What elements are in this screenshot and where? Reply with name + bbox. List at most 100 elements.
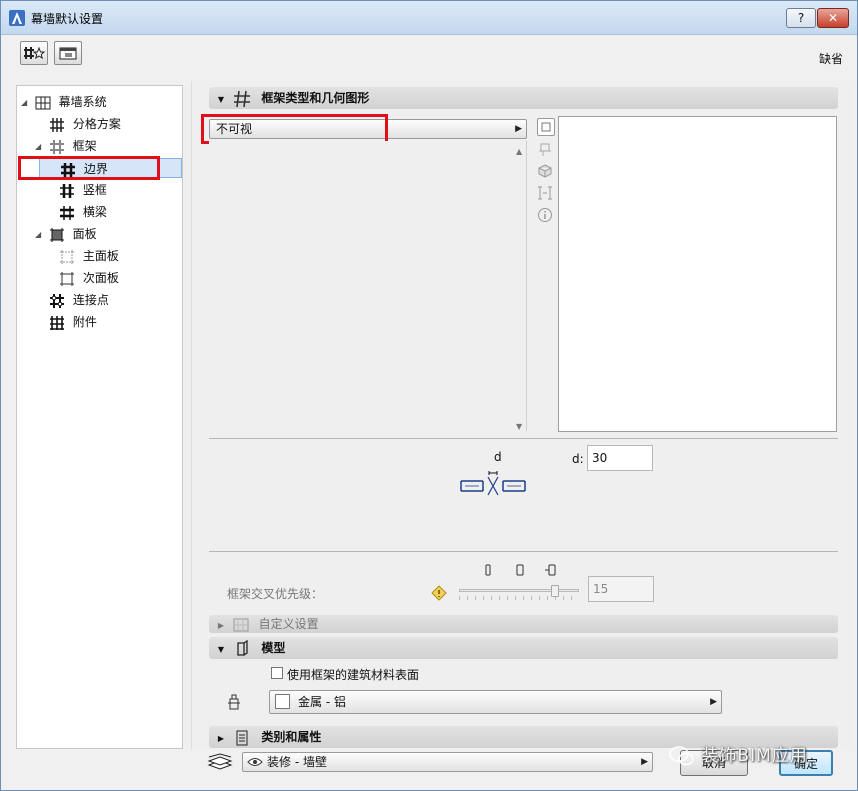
collapse-arrow-icon[interactable]: ◢ <box>21 93 31 113</box>
tree-item-boundary[interactable]: 边界 <box>39 158 182 178</box>
favorites-icon <box>24 46 46 60</box>
tree-item-label: 分格方案 <box>72 117 121 131</box>
frame-icon <box>49 139 64 154</box>
tree-item-label: 次面板 <box>82 271 119 285</box>
section-title: 框架类型和几何图形 <box>261 91 370 105</box>
layer-dropdown[interactable]: 装修 - 墙壁 ▶ <box>242 752 653 772</box>
collapse-arrow-icon[interactable]: ◢ <box>35 137 45 157</box>
priority-slider[interactable] <box>459 585 579 603</box>
d-field-label: d: <box>572 452 584 466</box>
plan-view-icon[interactable] <box>537 142 553 158</box>
priority-value-input[interactable]: 15 <box>588 576 654 602</box>
tree-item-label: 面板 <box>72 227 97 241</box>
dropdown-arrow-icon: ▶ <box>641 757 648 767</box>
settings-tree[interactable]: ◢ 幕墙系统 分格方案 ◢ 框架 边界 竖框 横梁 ◢ 面板 主面板 次面板 连… <box>16 85 183 749</box>
tree-item-grid-scheme[interactable]: 分格方案 <box>49 114 121 134</box>
frame-type-list[interactable] <box>209 141 527 431</box>
expand-arrow-icon[interactable]: ▼ <box>213 89 229 111</box>
tree-item-curtain-wall-system[interactable]: ◢ 幕墙系统 <box>21 92 107 112</box>
title-bar: 幕墙默认设置 ? ✕ <box>1 1 857 35</box>
tree-item-label: 主面板 <box>82 249 119 263</box>
mullion-icon <box>60 183 74 198</box>
info-icon[interactable] <box>537 207 553 223</box>
paint-bucket-icon <box>228 694 240 710</box>
frame-type-dropdown[interactable]: 不可视 ▶ <box>209 119 527 139</box>
main-panel-icon <box>60 249 74 264</box>
d-value-input[interactable]: 30 <box>587 445 653 471</box>
pick-up-settings-button[interactable] <box>54 41 82 65</box>
default-label: 缺省 <box>819 52 844 66</box>
warning-diamond-icon <box>431 585 447 601</box>
section-model[interactable]: ▼ 模型 <box>209 637 838 659</box>
favorites-button[interactable] <box>20 41 48 65</box>
frame-profile-diagram-icon <box>460 471 526 496</box>
tree-item-junction[interactable]: 连接点 <box>49 290 109 310</box>
list-scrollbar[interactable]: ▲ ▼ <box>513 147 527 431</box>
section-view-icon[interactable] <box>537 185 553 201</box>
frame-boundary-icon <box>61 162 75 177</box>
section-title: 自定义设置 <box>258 617 319 631</box>
tree-item-transom[interactable]: 横梁 <box>59 202 107 222</box>
collapsed-arrow-icon[interactable]: ▶ <box>213 728 229 750</box>
section-custom-settings[interactable]: ▶ 自定义设置 <box>209 615 838 633</box>
category-icon <box>236 730 248 745</box>
window-title: 幕墙默认设置 <box>31 12 104 26</box>
curtain-wall-settings-dialog: 幕墙默认设置 ? ✕ 缺省 ◢ 幕墙系统 分格方案 ◢ 框架 边界 竖框 横梁 … <box>0 0 858 791</box>
layers-icon <box>207 753 233 770</box>
collapsed-arrow-icon[interactable]: ▶ <box>213 617 229 635</box>
tree-item-frame[interactable]: ◢ 框架 <box>35 136 97 156</box>
watermark-text: 装饰BIM应用 <box>701 746 808 766</box>
close-button[interactable]: ✕ <box>817 8 849 28</box>
tree-item-label: 竖框 <box>82 183 107 197</box>
tree-item-main-panel[interactable]: 主面板 <box>59 246 119 266</box>
junction-icon <box>50 293 64 308</box>
scroll-up-icon[interactable]: ▲ <box>516 147 522 156</box>
priority-level-icons <box>485 564 556 576</box>
use-material-label: 使用框架的建筑材料表面 <box>287 668 420 682</box>
tree-item-label: 连接点 <box>72 293 109 307</box>
frame-type-value: 不可视 <box>216 122 253 136</box>
divider <box>209 438 838 439</box>
watermark: 装饰BIM应用 <box>669 741 808 766</box>
tree-item-panel[interactable]: ◢ 面板 <box>35 224 97 244</box>
tree-item-label: 框架 <box>72 139 97 153</box>
tree-item-mullion[interactable]: 竖框 <box>59 180 107 200</box>
wechat-logo-icon <box>669 746 694 766</box>
section-title: 模型 <box>261 641 286 655</box>
eye-icon <box>247 758 263 766</box>
dropdown-arrow-icon: ▶ <box>515 124 522 134</box>
section-frame-type-geometry[interactable]: ▼ 框架类型和几何图形 <box>209 87 838 109</box>
frame-preview <box>558 116 837 432</box>
transom-icon <box>60 205 74 220</box>
curtain-wall-icon <box>35 96 51 109</box>
priority-label: 框架交叉优先级： <box>227 587 324 601</box>
tree-item-label: 附件 <box>72 315 97 329</box>
tree-item-label: 横梁 <box>82 205 107 219</box>
divider <box>209 551 838 552</box>
tree-item-accessory[interactable]: 附件 <box>49 312 97 332</box>
help-button[interactable]: ? <box>786 8 816 28</box>
use-material-checkbox[interactable] <box>271 667 283 679</box>
tree-item-label: 幕墙系统 <box>58 95 107 109</box>
3d-view-icon[interactable] <box>537 163 553 179</box>
tree-item-secondary-panel[interactable]: 次面板 <box>59 268 119 288</box>
frame-section-icon <box>234 90 251 107</box>
model-icon <box>237 639 248 656</box>
secondary-panel-icon <box>60 271 74 286</box>
material-value: 金属 - 铝 <box>298 695 346 709</box>
dropdown-arrow-icon: ▶ <box>710 697 717 707</box>
slider-thumb[interactable] <box>551 585 559 597</box>
scroll-down-icon[interactable]: ▼ <box>516 422 522 431</box>
square-icon <box>541 122 551 132</box>
collapse-arrow-icon[interactable]: ◢ <box>35 225 45 245</box>
eyedropper-window-icon <box>59 47 77 60</box>
material-dropdown[interactable]: 金属 - 铝 ▶ <box>269 690 722 714</box>
accessory-icon <box>50 315 64 330</box>
section-title: 类别和属性 <box>261 730 322 744</box>
archicad-logo-icon <box>9 10 25 26</box>
expand-arrow-icon[interactable]: ▼ <box>213 639 229 661</box>
tree-item-label: 边界 <box>83 162 108 176</box>
layer-value: 装修 - 墙壁 <box>267 755 327 769</box>
custom-settings-icon <box>233 618 249 631</box>
view-2d-button[interactable] <box>537 118 555 136</box>
